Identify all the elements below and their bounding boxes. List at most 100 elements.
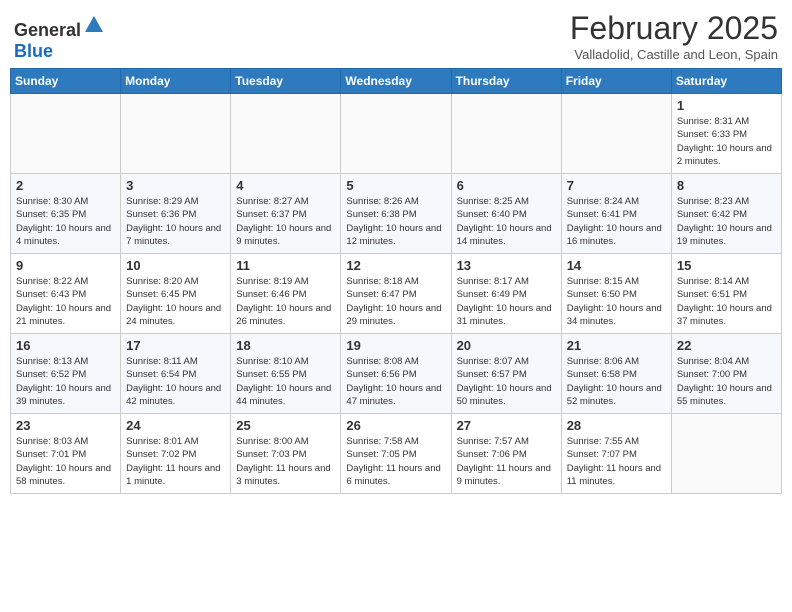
day-info: Sunrise: 8:01 AM Sunset: 7:02 PM Dayligh… bbox=[126, 435, 225, 488]
weekday-wednesday: Wednesday bbox=[341, 69, 451, 94]
logo-blue: Blue bbox=[14, 41, 53, 61]
title-section: February 2025 Valladolid, Castille and L… bbox=[570, 10, 778, 62]
calendar-cell: 28 Sunrise: 7:55 AM Sunset: 7:07 PM Dayli… bbox=[561, 414, 671, 494]
day-number: 3 bbox=[126, 178, 225, 193]
day-number: 21 bbox=[567, 338, 666, 353]
day-number: 28 bbox=[567, 418, 666, 433]
calendar-cell: 6 Sunrise: 8:25 AM Sunset: 6:40 PM Daylig… bbox=[451, 174, 561, 254]
calendar-cell: 23 Sunrise: 8:03 AM Sunset: 7:01 PM Dayli… bbox=[11, 414, 121, 494]
day-info: Sunrise: 8:04 AM Sunset: 7:00 PM Dayligh… bbox=[677, 355, 776, 408]
logo: General Blue bbox=[14, 14, 105, 62]
day-number: 15 bbox=[677, 258, 776, 273]
day-info: Sunrise: 7:58 AM Sunset: 7:05 PM Dayligh… bbox=[346, 435, 445, 488]
calendar-cell: 1 Sunrise: 8:31 AM Sunset: 6:33 PM Daylig… bbox=[671, 94, 781, 174]
day-number: 9 bbox=[16, 258, 115, 273]
calendar-week-2: 2 Sunrise: 8:30 AM Sunset: 6:35 PM Daylig… bbox=[11, 174, 782, 254]
calendar-cell bbox=[231, 94, 341, 174]
calendar-cell: 2 Sunrise: 8:30 AM Sunset: 6:35 PM Daylig… bbox=[11, 174, 121, 254]
logo-general: General bbox=[14, 20, 81, 40]
day-number: 17 bbox=[126, 338, 225, 353]
calendar-cell: 3 Sunrise: 8:29 AM Sunset: 6:36 PM Daylig… bbox=[121, 174, 231, 254]
day-number: 16 bbox=[16, 338, 115, 353]
weekday-sunday: Sunday bbox=[11, 69, 121, 94]
day-info: Sunrise: 8:19 AM Sunset: 6:46 PM Dayligh… bbox=[236, 275, 335, 328]
day-number: 22 bbox=[677, 338, 776, 353]
day-number: 27 bbox=[457, 418, 556, 433]
day-number: 6 bbox=[457, 178, 556, 193]
calendar-cell: 13Sunrise: 8:17 AM Sunset: 6:49 PM Dayli… bbox=[451, 254, 561, 334]
day-info: Sunrise: 8:31 AM Sunset: 6:33 PM Dayligh… bbox=[677, 115, 776, 168]
calendar-cell bbox=[561, 94, 671, 174]
calendar-cell: 15 Sunrise: 8:14 AM Sunset: 6:51 PM Dayli… bbox=[671, 254, 781, 334]
calendar-cell: 4 Sunrise: 8:27 AM Sunset: 6:37 PM Daylig… bbox=[231, 174, 341, 254]
day-info: Sunrise: 8:18 AM Sunset: 6:47 PM Dayligh… bbox=[346, 275, 445, 328]
day-info: Sunrise: 8:30 AM Sunset: 6:35 PM Dayligh… bbox=[16, 195, 115, 248]
day-info: Sunrise: 8:00 AM Sunset: 7:03 PM Dayligh… bbox=[236, 435, 335, 488]
day-number: 23 bbox=[16, 418, 115, 433]
day-number: 1 bbox=[677, 98, 776, 113]
day-info: Sunrise: 8:20 AM Sunset: 6:45 PM Dayligh… bbox=[126, 275, 225, 328]
calendar-cell: 8Sunrise: 8:23 AM Sunset: 6:42 PM Daylig… bbox=[671, 174, 781, 254]
day-info: Sunrise: 8:26 AM Sunset: 6:38 PM Dayligh… bbox=[346, 195, 445, 248]
calendar-cell bbox=[341, 94, 451, 174]
weekday-saturday: Saturday bbox=[671, 69, 781, 94]
day-number: 7 bbox=[567, 178, 666, 193]
weekday-header-row: SundayMondayTuesdayWednesdayThursdayFrid… bbox=[11, 69, 782, 94]
day-info: Sunrise: 8:11 AM Sunset: 6:54 PM Dayligh… bbox=[126, 355, 225, 408]
day-info: Sunrise: 8:08 AM Sunset: 6:56 PM Dayligh… bbox=[346, 355, 445, 408]
calendar-cell: 19 Sunrise: 8:08 AM Sunset: 6:56 PM Dayli… bbox=[341, 334, 451, 414]
logo-icon bbox=[83, 14, 105, 36]
day-number: 12 bbox=[346, 258, 445, 273]
calendar-header: SundayMondayTuesdayWednesdayThursdayFrid… bbox=[11, 69, 782, 94]
calendar-cell: 25 Sunrise: 8:00 AM Sunset: 7:03 PM Dayli… bbox=[231, 414, 341, 494]
day-info: Sunrise: 8:13 AM Sunset: 6:52 PM Dayligh… bbox=[16, 355, 115, 408]
day-info: Sunrise: 8:25 AM Sunset: 6:40 PM Dayligh… bbox=[457, 195, 556, 248]
calendar-cell: 27Sunrise: 7:57 AM Sunset: 7:06 PM Dayli… bbox=[451, 414, 561, 494]
weekday-monday: Monday bbox=[121, 69, 231, 94]
calendar-cell: 5 Sunrise: 8:26 AM Sunset: 6:38 PM Daylig… bbox=[341, 174, 451, 254]
day-info: Sunrise: 8:27 AM Sunset: 6:37 PM Dayligh… bbox=[236, 195, 335, 248]
calendar-cell: 21Sunrise: 8:06 AM Sunset: 6:58 PM Dayli… bbox=[561, 334, 671, 414]
page-header: General Blue February 2025 Valladolid, C… bbox=[10, 10, 782, 62]
calendar-cell: 11 Sunrise: 8:19 AM Sunset: 6:46 PM Dayli… bbox=[231, 254, 341, 334]
day-number: 10 bbox=[126, 258, 225, 273]
day-number: 20 bbox=[457, 338, 556, 353]
calendar-cell: 9 Sunrise: 8:22 AM Sunset: 6:43 PM Daylig… bbox=[11, 254, 121, 334]
day-number: 24 bbox=[126, 418, 225, 433]
day-info: Sunrise: 8:14 AM Sunset: 6:51 PM Dayligh… bbox=[677, 275, 776, 328]
day-number: 4 bbox=[236, 178, 335, 193]
day-info: Sunrise: 8:03 AM Sunset: 7:01 PM Dayligh… bbox=[16, 435, 115, 488]
day-number: 19 bbox=[346, 338, 445, 353]
day-number: 11 bbox=[236, 258, 335, 273]
calendar-cell: 14 Sunrise: 8:15 AM Sunset: 6:50 PM Dayli… bbox=[561, 254, 671, 334]
day-number: 8 bbox=[677, 178, 776, 193]
calendar-cell: 18 Sunrise: 8:10 AM Sunset: 6:55 PM Dayli… bbox=[231, 334, 341, 414]
calendar-cell: 12 Sunrise: 8:18 AM Sunset: 6:47 PM Dayli… bbox=[341, 254, 451, 334]
weekday-tuesday: Tuesday bbox=[231, 69, 341, 94]
calendar-body: 1 Sunrise: 8:31 AM Sunset: 6:33 PM Daylig… bbox=[11, 94, 782, 494]
calendar-cell: 22 Sunrise: 8:04 AM Sunset: 7:00 PM Dayli… bbox=[671, 334, 781, 414]
calendar-cell: 20 Sunrise: 8:07 AM Sunset: 6:57 PM Dayli… bbox=[451, 334, 561, 414]
day-number: 14 bbox=[567, 258, 666, 273]
calendar-cell bbox=[451, 94, 561, 174]
calendar-cell: 7Sunrise: 8:24 AM Sunset: 6:41 PM Daylig… bbox=[561, 174, 671, 254]
day-info: Sunrise: 7:55 AM Sunset: 7:07 PM Dayligh… bbox=[567, 435, 666, 488]
day-info: Sunrise: 8:15 AM Sunset: 6:50 PM Dayligh… bbox=[567, 275, 666, 328]
day-info: Sunrise: 8:22 AM Sunset: 6:43 PM Dayligh… bbox=[16, 275, 115, 328]
calendar-week-1: 1 Sunrise: 8:31 AM Sunset: 6:33 PM Daylig… bbox=[11, 94, 782, 174]
calendar-cell: 10 Sunrise: 8:20 AM Sunset: 6:45 PM Dayli… bbox=[121, 254, 231, 334]
day-info: Sunrise: 8:07 AM Sunset: 6:57 PM Dayligh… bbox=[457, 355, 556, 408]
day-number: 2 bbox=[16, 178, 115, 193]
weekday-friday: Friday bbox=[561, 69, 671, 94]
day-info: Sunrise: 8:29 AM Sunset: 6:36 PM Dayligh… bbox=[126, 195, 225, 248]
calendar-cell: 24 Sunrise: 8:01 AM Sunset: 7:02 PM Dayli… bbox=[121, 414, 231, 494]
day-number: 5 bbox=[346, 178, 445, 193]
calendar-week-5: 23 Sunrise: 8:03 AM Sunset: 7:01 PM Dayli… bbox=[11, 414, 782, 494]
day-number: 25 bbox=[236, 418, 335, 433]
day-info: Sunrise: 8:10 AM Sunset: 6:55 PM Dayligh… bbox=[236, 355, 335, 408]
day-number: 26 bbox=[346, 418, 445, 433]
calendar-cell: 17 Sunrise: 8:11 AM Sunset: 6:54 PM Dayli… bbox=[121, 334, 231, 414]
day-number: 18 bbox=[236, 338, 335, 353]
calendar-cell bbox=[121, 94, 231, 174]
calendar-cell bbox=[671, 414, 781, 494]
